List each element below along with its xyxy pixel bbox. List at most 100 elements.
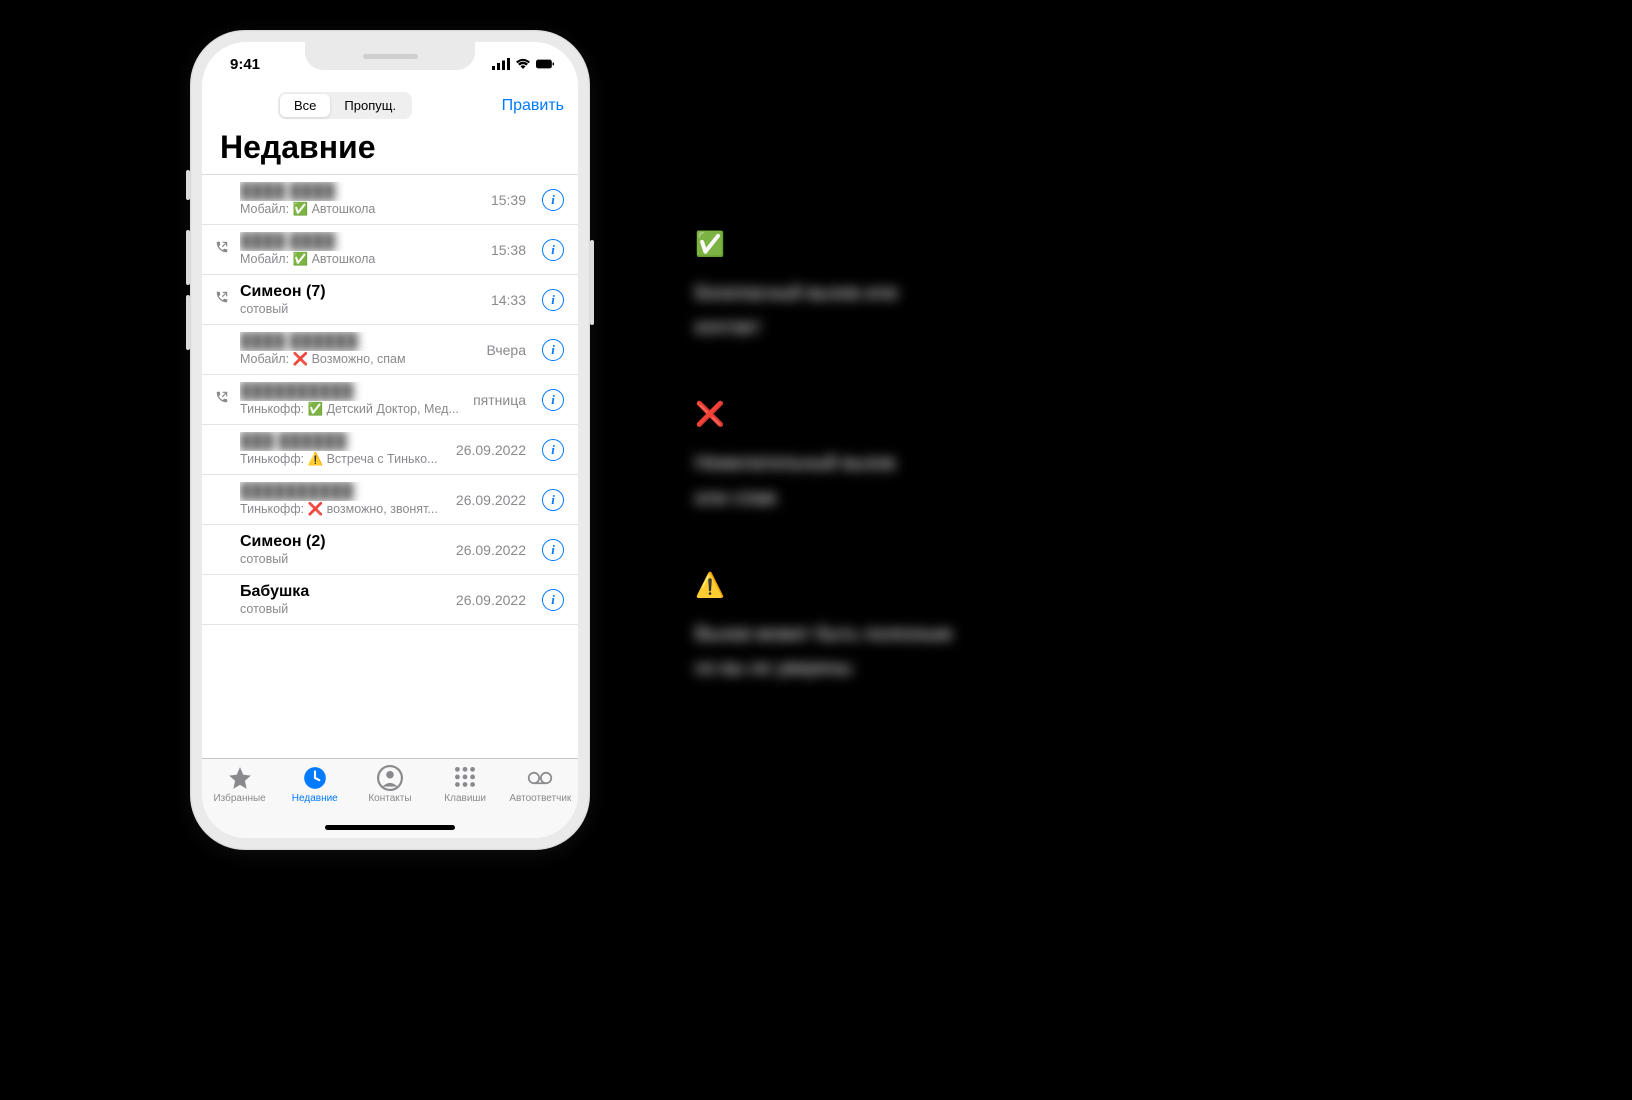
segment-missed[interactable]: Пропущ.: [330, 94, 410, 117]
call-main: ██████████Тинькофф: ✅ Детский Доктор, Ме…: [240, 382, 459, 417]
call-time: пятница: [473, 392, 526, 408]
call-main: Бабушкасотовый: [240, 582, 442, 617]
keypad-icon: [452, 765, 478, 791]
legend-item: ⚠️ Вызов может быть полезнымно вы не увер…: [695, 571, 952, 686]
legend-emoji: ⚠️: [695, 571, 952, 600]
caller-name: Бабушка: [240, 582, 442, 601]
call-row[interactable]: ████ ████Мобайл: ✅ Автошкола 15:39 i: [202, 175, 578, 225]
call-time: 26.09.2022: [456, 542, 526, 558]
info-button[interactable]: i: [542, 289, 564, 311]
caller-name: ███ ██████: [240, 432, 442, 451]
call-row[interactable]: ██████████Тинькофф: ✅ Детский Доктор, Ме…: [202, 375, 578, 425]
side-button: [186, 295, 190, 350]
status-time: 9:41: [230, 56, 260, 73]
segmented-control[interactable]: Все Пропущ.: [278, 92, 412, 119]
caller-subtitle: Мобайл: ❌ Возможно, спам: [240, 351, 472, 367]
call-time: 26.09.2022: [456, 592, 526, 608]
info-button[interactable]: i: [542, 189, 564, 211]
caller-name: ██████████: [240, 382, 459, 401]
call-time: 26.09.2022: [456, 492, 526, 508]
caller-name: ████ ██████: [240, 332, 472, 351]
call-main: ███ ██████Тинькофф: ⚠️ Встреча с Тинько.…: [240, 432, 442, 467]
legend: ✅ Безопасный вызов иликонтакт ❌ Нежелательн…: [695, 230, 952, 741]
call-time: 15:38: [491, 242, 526, 258]
star-icon: [227, 765, 253, 791]
outgoing-call-icon: [215, 290, 229, 309]
caller-subtitle: Мобайл: ✅ Автошкола: [240, 251, 477, 267]
call-time: 14:33: [491, 292, 526, 308]
tab-label: Клавиши: [444, 793, 486, 804]
nav-bar: Все Пропущ. Править: [202, 86, 578, 127]
call-main: ████ ██████Мобайл: ❌ Возможно, спам: [240, 332, 472, 367]
voicemail-icon: [527, 765, 553, 791]
battery-icon: [536, 58, 554, 70]
phone-frame: 9:41 Все Пропущ. Править Недавние ████ █…: [190, 30, 590, 850]
legend-text: Безопасный вызов иликонтакт: [695, 277, 952, 345]
caller-name: ████ ████: [240, 182, 477, 201]
caller-subtitle: Мобайл: ✅ Автошкола: [240, 201, 477, 217]
recents-list[interactable]: ████ ████Мобайл: ✅ Автошкола15:39i████ █…: [202, 175, 578, 758]
call-row[interactable]: Симеон (7)сотовый 14:33 i: [202, 275, 578, 325]
info-button[interactable]: i: [542, 539, 564, 561]
outgoing-call-icon: [215, 240, 229, 259]
legend-text: Нежелательный вызовили спам: [695, 447, 952, 515]
call-row[interactable]: Симеон (2)сотовый 26.09.2022 i: [202, 525, 578, 575]
legend-emoji: ✅: [695, 230, 952, 259]
call-direction-col: [212, 390, 232, 409]
tab-label: Автоответчик: [509, 793, 571, 804]
call-time: Вчера: [486, 342, 526, 358]
tab-voicemail[interactable]: Автоответчик: [505, 765, 575, 838]
call-row[interactable]: ████ ████Мобайл: ✅ Автошкола 15:38 i: [202, 225, 578, 275]
side-button: [186, 230, 190, 285]
page-title: Недавние: [202, 127, 578, 174]
side-button: [590, 240, 594, 325]
cellular-icon: [492, 58, 510, 70]
info-button[interactable]: i: [542, 339, 564, 361]
call-main: ████ ████Мобайл: ✅ Автошкола: [240, 232, 477, 267]
legend-emoji: ❌: [695, 400, 952, 429]
tab-label: Недавние: [292, 793, 338, 804]
phone-notch: [305, 42, 475, 70]
info-button[interactable]: i: [542, 439, 564, 461]
info-button[interactable]: i: [542, 239, 564, 261]
caller-subtitle: Тинькофф: ❌ возможно, звонят...: [240, 501, 442, 517]
call-row[interactable]: ██████████Тинькофф: ❌ возможно, звонят..…: [202, 475, 578, 525]
tab-favorites[interactable]: Избранные: [205, 765, 275, 838]
clock-icon: [302, 765, 328, 791]
segment-all[interactable]: Все: [280, 94, 330, 117]
outgoing-call-icon: [215, 390, 229, 409]
call-direction-col: [212, 290, 232, 309]
person-icon: [377, 765, 403, 791]
caller-name: Симеон (2): [240, 532, 442, 551]
legend-item: ✅ Безопасный вызов иликонтакт: [695, 230, 952, 345]
tab-label: Избранные: [213, 793, 265, 804]
call-row[interactable]: Бабушкасотовый 26.09.2022 i: [202, 575, 578, 625]
legend-item: ❌ Нежелательный вызовили спам: [695, 400, 952, 515]
call-direction-col: [212, 240, 232, 259]
info-button[interactable]: i: [542, 489, 564, 511]
call-row[interactable]: ████ ██████Мобайл: ❌ Возможно, спам Вчера…: [202, 325, 578, 375]
call-main: Симеон (7)сотовый: [240, 282, 477, 317]
caller-subtitle: Тинькофф: ⚠️ Встреча с Тинько...: [240, 451, 442, 467]
info-button[interactable]: i: [542, 589, 564, 611]
call-main: Симеон (2)сотовый: [240, 532, 442, 567]
call-time: 26.09.2022: [456, 442, 526, 458]
caller-subtitle: сотовый: [240, 301, 477, 317]
home-indicator[interactable]: [325, 825, 455, 830]
side-button: [186, 170, 190, 200]
caller-name: ████ ████: [240, 232, 477, 251]
caller-subtitle: Тинькофф: ✅ Детский Доктор, Мед...: [240, 401, 459, 417]
call-main: ██████████Тинькофф: ❌ возможно, звонят..…: [240, 482, 442, 517]
tab-label: Контакты: [368, 793, 411, 804]
call-main: ████ ████Мобайл: ✅ Автошкола: [240, 182, 477, 217]
call-row[interactable]: ███ ██████Тинькофф: ⚠️ Встреча с Тинько.…: [202, 425, 578, 475]
phone-screen: 9:41 Все Пропущ. Править Недавние ████ █…: [202, 42, 578, 838]
caller-subtitle: сотовый: [240, 551, 442, 567]
call-time: 15:39: [491, 192, 526, 208]
legend-text: Вызов может быть полезнымно вы не уверен…: [695, 618, 952, 686]
caller-name: ██████████: [240, 482, 442, 501]
caller-name: Симеон (7): [240, 282, 477, 301]
caller-subtitle: сотовый: [240, 601, 442, 617]
edit-button[interactable]: Править: [502, 97, 564, 115]
info-button[interactable]: i: [542, 389, 564, 411]
